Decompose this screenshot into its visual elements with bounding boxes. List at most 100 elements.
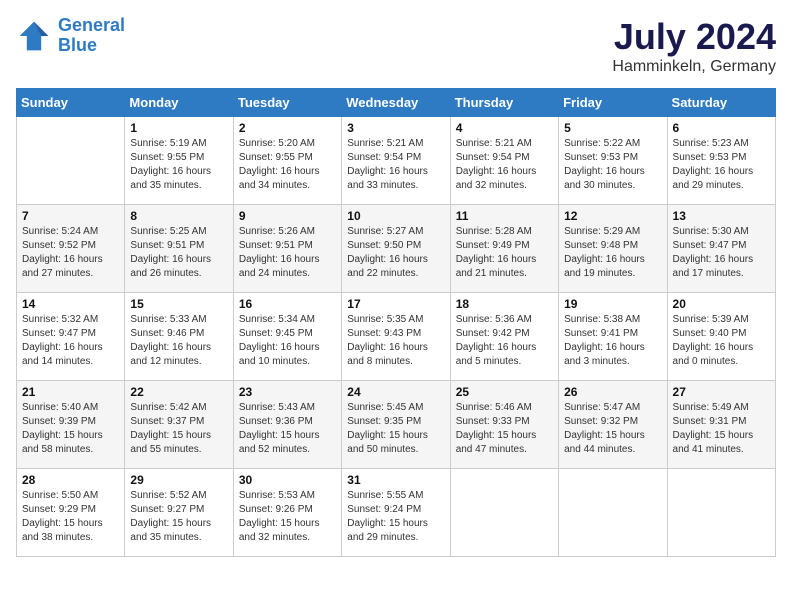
calendar-cell bbox=[17, 117, 125, 205]
day-info: Sunrise: 5:32 AM Sunset: 9:47 PM Dayligh… bbox=[22, 313, 119, 369]
day-info: Sunrise: 5:46 AM Sunset: 9:33 PM Dayligh… bbox=[456, 401, 553, 457]
day-number: 1 bbox=[130, 121, 227, 135]
calendar-cell: 3 Sunrise: 5:21 AM Sunset: 9:54 PM Daylig… bbox=[342, 117, 450, 205]
day-number: 20 bbox=[673, 297, 770, 311]
calendar-cell: 25 Sunrise: 5:46 AM Sunset: 9:33 PM Dayli… bbox=[450, 381, 558, 469]
day-info: Sunrise: 5:38 AM Sunset: 9:41 PM Dayligh… bbox=[564, 313, 661, 369]
day-info: Sunrise: 5:22 AM Sunset: 9:53 PM Dayligh… bbox=[564, 137, 661, 193]
day-info: Sunrise: 5:47 AM Sunset: 9:32 PM Dayligh… bbox=[564, 401, 661, 457]
week-row-3: 14 Sunrise: 5:32 AM Sunset: 9:47 PM Dayli… bbox=[17, 293, 776, 381]
calendar-cell: 9 Sunrise: 5:26 AM Sunset: 9:51 PM Daylig… bbox=[233, 205, 341, 293]
day-info: Sunrise: 5:43 AM Sunset: 9:36 PM Dayligh… bbox=[239, 401, 336, 457]
calendar-body: 1 Sunrise: 5:19 AM Sunset: 9:55 PM Daylig… bbox=[17, 117, 776, 557]
day-number: 14 bbox=[22, 297, 119, 311]
page-header: General Blue July 2024 Hamminkeln, Germa… bbox=[16, 16, 776, 76]
day-info: Sunrise: 5:50 AM Sunset: 9:29 PM Dayligh… bbox=[22, 489, 119, 545]
day-info: Sunrise: 5:52 AM Sunset: 9:27 PM Dayligh… bbox=[130, 489, 227, 545]
day-number: 7 bbox=[22, 209, 119, 223]
week-row-4: 21Sunrise: 5:40 AM Sunset: 9:39 PM Dayli… bbox=[17, 381, 776, 469]
day-info: Sunrise: 5:45 AM Sunset: 9:35 PM Dayligh… bbox=[347, 401, 444, 457]
calendar-cell: 19 Sunrise: 5:38 AM Sunset: 9:41 PM Dayli… bbox=[559, 293, 667, 381]
calendar-cell: 15 Sunrise: 5:33 AM Sunset: 9:46 PM Dayli… bbox=[125, 293, 233, 381]
day-number: 30 bbox=[239, 473, 336, 487]
day-number: 9 bbox=[239, 209, 336, 223]
column-header-friday: Friday bbox=[559, 89, 667, 117]
day-info: Sunrise: 5:42 AM Sunset: 9:37 PM Dayligh… bbox=[130, 401, 227, 457]
day-number: 27 bbox=[673, 385, 770, 399]
day-number: 24 bbox=[347, 385, 444, 399]
calendar-cell: 11 Sunrise: 5:28 AM Sunset: 9:49 PM Dayli… bbox=[450, 205, 558, 293]
calendar-cell: 7 Sunrise: 5:24 AM Sunset: 9:52 PM Daylig… bbox=[17, 205, 125, 293]
logo-text: General Blue bbox=[58, 16, 125, 56]
day-number: 23 bbox=[239, 385, 336, 399]
day-number: 5 bbox=[564, 121, 661, 135]
day-number: 19 bbox=[564, 297, 661, 311]
day-info: Sunrise: 5:28 AM Sunset: 9:49 PM Dayligh… bbox=[456, 225, 553, 281]
calendar-cell bbox=[667, 469, 775, 557]
day-number: 15 bbox=[130, 297, 227, 311]
day-info: Sunrise: 5:21 AM Sunset: 9:54 PM Dayligh… bbox=[347, 137, 444, 193]
day-info: Sunrise: 5:35 AM Sunset: 9:43 PM Dayligh… bbox=[347, 313, 444, 369]
calendar-cell: 12 Sunrise: 5:29 AM Sunset: 9:48 PM Dayli… bbox=[559, 205, 667, 293]
day-number: 22 bbox=[130, 385, 227, 399]
calendar-cell: 8Sunrise: 5:25 AM Sunset: 9:51 PM Daylig… bbox=[125, 205, 233, 293]
calendar-cell: 23 Sunrise: 5:43 AM Sunset: 9:36 PM Dayli… bbox=[233, 381, 341, 469]
calendar-cell: 29 Sunrise: 5:52 AM Sunset: 9:27 PM Dayli… bbox=[125, 469, 233, 557]
calendar-cell: 2 Sunrise: 5:20 AM Sunset: 9:55 PM Daylig… bbox=[233, 117, 341, 205]
calendar-cell: 20 Sunrise: 5:39 AM Sunset: 9:40 PM Dayli… bbox=[667, 293, 775, 381]
day-number: 31 bbox=[347, 473, 444, 487]
day-info: Sunrise: 5:53 AM Sunset: 9:26 PM Dayligh… bbox=[239, 489, 336, 545]
day-number: 2 bbox=[239, 121, 336, 135]
day-info: Sunrise: 5:29 AM Sunset: 9:48 PM Dayligh… bbox=[564, 225, 661, 281]
day-info: Sunrise: 5:27 AM Sunset: 9:50 PM Dayligh… bbox=[347, 225, 444, 281]
day-info: Sunrise: 5:40 AM Sunset: 9:39 PM Dayligh… bbox=[22, 401, 119, 457]
column-header-thursday: Thursday bbox=[450, 89, 558, 117]
location-subtitle: Hamminkeln, Germany bbox=[612, 58, 776, 76]
day-info: Sunrise: 5:23 AM Sunset: 9:53 PM Dayligh… bbox=[673, 137, 770, 193]
calendar-cell: 17 Sunrise: 5:35 AM Sunset: 9:43 PM Dayli… bbox=[342, 293, 450, 381]
day-number: 12 bbox=[564, 209, 661, 223]
logo: General Blue bbox=[16, 16, 125, 56]
day-info: Sunrise: 5:39 AM Sunset: 9:40 PM Dayligh… bbox=[673, 313, 770, 369]
logo-icon bbox=[16, 18, 52, 54]
calendar-cell: 6 Sunrise: 5:23 AM Sunset: 9:53 PM Daylig… bbox=[667, 117, 775, 205]
day-info: Sunrise: 5:26 AM Sunset: 9:51 PM Dayligh… bbox=[239, 225, 336, 281]
day-info: Sunrise: 5:21 AM Sunset: 9:54 PM Dayligh… bbox=[456, 137, 553, 193]
column-header-monday: Monday bbox=[125, 89, 233, 117]
day-info: Sunrise: 5:36 AM Sunset: 9:42 PM Dayligh… bbox=[456, 313, 553, 369]
day-number: 10 bbox=[347, 209, 444, 223]
day-info: Sunrise: 5:33 AM Sunset: 9:46 PM Dayligh… bbox=[130, 313, 227, 369]
day-number: 29 bbox=[130, 473, 227, 487]
day-number: 3 bbox=[347, 121, 444, 135]
calendar-cell bbox=[559, 469, 667, 557]
calendar-cell: 10 Sunrise: 5:27 AM Sunset: 9:50 PM Dayli… bbox=[342, 205, 450, 293]
day-info: Sunrise: 5:19 AM Sunset: 9:55 PM Dayligh… bbox=[130, 137, 227, 193]
day-number: 25 bbox=[456, 385, 553, 399]
week-row-1: 1 Sunrise: 5:19 AM Sunset: 9:55 PM Daylig… bbox=[17, 117, 776, 205]
day-info: Sunrise: 5:49 AM Sunset: 9:31 PM Dayligh… bbox=[673, 401, 770, 457]
day-info: Sunrise: 5:20 AM Sunset: 9:55 PM Dayligh… bbox=[239, 137, 336, 193]
day-number: 26 bbox=[564, 385, 661, 399]
calendar-cell: 14 Sunrise: 5:32 AM Sunset: 9:47 PM Dayli… bbox=[17, 293, 125, 381]
calendar-cell: 13Sunrise: 5:30 AM Sunset: 9:47 PM Dayli… bbox=[667, 205, 775, 293]
calendar-cell: 4Sunrise: 5:21 AM Sunset: 9:54 PM Daylig… bbox=[450, 117, 558, 205]
day-info: Sunrise: 5:24 AM Sunset: 9:52 PM Dayligh… bbox=[22, 225, 119, 281]
column-header-tuesday: Tuesday bbox=[233, 89, 341, 117]
day-number: 6 bbox=[673, 121, 770, 135]
calendar-cell: 31 Sunrise: 5:55 AM Sunset: 9:24 PM Dayli… bbox=[342, 469, 450, 557]
calendar-cell: 26 Sunrise: 5:47 AM Sunset: 9:32 PM Dayli… bbox=[559, 381, 667, 469]
calendar-cell bbox=[450, 469, 558, 557]
day-number: 17 bbox=[347, 297, 444, 311]
day-number: 18 bbox=[456, 297, 553, 311]
calendar-cell: 18 Sunrise: 5:36 AM Sunset: 9:42 PM Dayli… bbox=[450, 293, 558, 381]
column-header-sunday: Sunday bbox=[17, 89, 125, 117]
day-info: Sunrise: 5:25 AM Sunset: 9:51 PM Dayligh… bbox=[130, 225, 227, 281]
day-number: 11 bbox=[456, 209, 553, 223]
day-info: Sunrise: 5:55 AM Sunset: 9:24 PM Dayligh… bbox=[347, 489, 444, 545]
month-year-title: July 2024 bbox=[612, 16, 776, 58]
calendar-cell: 24 Sunrise: 5:45 AM Sunset: 9:35 PM Dayli… bbox=[342, 381, 450, 469]
week-row-2: 7 Sunrise: 5:24 AM Sunset: 9:52 PM Daylig… bbox=[17, 205, 776, 293]
column-header-saturday: Saturday bbox=[667, 89, 775, 117]
calendar-cell: 1 Sunrise: 5:19 AM Sunset: 9:55 PM Daylig… bbox=[125, 117, 233, 205]
day-info: Sunrise: 5:34 AM Sunset: 9:45 PM Dayligh… bbox=[239, 313, 336, 369]
